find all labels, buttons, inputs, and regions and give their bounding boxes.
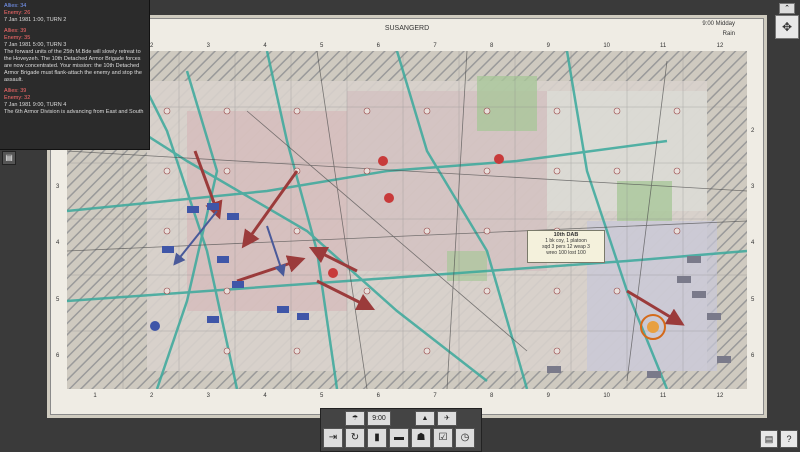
- collapse-button[interactable]: ⌃: [779, 3, 795, 14]
- terrain-button[interactable]: ▲: [415, 411, 435, 426]
- weather-button[interactable]: ☂: [345, 411, 365, 426]
- objective-marker[interactable]: [494, 154, 504, 164]
- enemy-score: Enemy: 35: [4, 35, 31, 41]
- bottom-toolbar: ☂ 9:00 ▲ ✈ ⇥ ↻ ▮ ▬ ☗ ☑ ◷: [320, 408, 482, 452]
- unit-tooltip: 10th DAB 1 bk coy, 1 platoon sqd 3 pers …: [527, 230, 605, 263]
- panel-toggle-icon: ▤: [5, 153, 13, 162]
- column-label: 9: [546, 393, 550, 399]
- objective-marker[interactable]: [378, 156, 388, 166]
- rain-icon: ☂: [351, 415, 359, 422]
- log-time: 7 Jan 1981 5:00, TURN 3: [4, 42, 67, 48]
- map-title: SUSANGERD: [384, 25, 430, 32]
- column-label: 11: [660, 43, 667, 49]
- help-button[interactable]: ?: [780, 430, 798, 448]
- chevron-up-icon: ⌃: [784, 5, 790, 12]
- combat-log: Allies: 34 Enemy: 26 7 Jan 1981 1:00, TU…: [0, 0, 150, 150]
- column-label: 12: [716, 393, 724, 399]
- undo-button[interactable]: ↻: [345, 428, 365, 448]
- column-label: 4: [263, 393, 267, 399]
- clock-icon: ◷: [460, 432, 470, 443]
- ally-score: Allies: 39: [4, 28, 27, 34]
- row-label: 3: [56, 183, 60, 190]
- vegetation: [447, 251, 487, 281]
- tank-icon: ▬: [394, 432, 404, 443]
- stats-button[interactable]: ▮: [367, 428, 387, 448]
- row-label: 5: [56, 296, 60, 303]
- exit-icon: ⇥: [328, 432, 338, 443]
- vegetation: [477, 76, 537, 131]
- row-label: 6: [56, 352, 60, 359]
- time-weather: 9:00 Midday Rain: [702, 19, 735, 39]
- row-label: 6: [751, 352, 755, 359]
- column-label: 5: [320, 43, 324, 49]
- book-icon: ▤: [764, 434, 774, 444]
- column-label: 7: [433, 43, 437, 49]
- checkbox-icon: ☑: [438, 432, 448, 443]
- column-label: 3: [206, 43, 210, 49]
- bar-chart-icon: ▮: [374, 432, 380, 443]
- row-label: 2: [751, 127, 755, 134]
- ally-score: Allies: 34: [4, 3, 27, 9]
- column-label: 4: [263, 43, 267, 49]
- turn-time: 9:00: [367, 411, 391, 426]
- column-label: 12: [716, 43, 724, 49]
- toolbar-row-top: ☂ 9:00 ▲ ✈: [321, 411, 481, 426]
- row-label: 5: [751, 296, 755, 303]
- enemy-score: Enemy: 32: [4, 95, 31, 101]
- column-label: 11: [660, 393, 667, 399]
- map-canvas[interactable]: [67, 51, 747, 389]
- end-turn-button[interactable]: ◷: [455, 428, 475, 448]
- row-label: 3: [751, 183, 755, 190]
- log-toggle-button[interactable]: ▤: [2, 151, 16, 165]
- soldiers-icon: ☗: [416, 432, 426, 443]
- map-sheet: SUSANGERD 9:00 Midday Rain 1 2 2 3 3 4 4…: [50, 18, 764, 415]
- log-time: 7 Jan 1981 9:00, TURN 4: [4, 102, 67, 108]
- objective-marker[interactable]: [328, 268, 338, 278]
- vegetation: [617, 181, 672, 221]
- log-entry: Allies: 39 Enemy: 35 7 Jan 1981 5:00, TU…: [4, 28, 145, 84]
- help-icon: ?: [786, 434, 792, 444]
- column-label: 10: [603, 43, 611, 49]
- toolbar-row-bottom: ⇥ ↻ ▮ ▬ ☗ ☑ ◷: [321, 428, 481, 448]
- selected-unit[interactable]: [647, 321, 659, 333]
- column-label: 2: [150, 43, 154, 49]
- units-button[interactable]: ▬: [389, 428, 409, 448]
- column-label: 5: [320, 393, 324, 399]
- refresh-icon: ↻: [350, 432, 360, 443]
- manual-button[interactable]: ▤: [760, 430, 778, 448]
- orders-button[interactable]: ☑: [433, 428, 453, 448]
- air-support-button[interactable]: ✈: [437, 411, 457, 426]
- ally-score: Allies: 39: [4, 88, 27, 94]
- column-label: 6: [376, 393, 380, 399]
- weather-text: Rain: [722, 31, 735, 37]
- log-text: The 6th Armor Division is advancing from…: [4, 109, 144, 115]
- log-entry: Allies: 34 Enemy: 26 7 Jan 1981 1:00, TU…: [4, 3, 145, 24]
- log-text: The forward units of the 25th M.Bde will…: [4, 49, 142, 83]
- column-label: 7: [433, 393, 437, 399]
- enemy-score: Enemy: 26: [4, 10, 31, 16]
- log-time: 7 Jan 1981 1:00, TURN 2: [4, 17, 67, 23]
- row-label: 4: [56, 240, 60, 247]
- aircraft-icon: ✈: [444, 415, 450, 422]
- mountain-icon: ▲: [421, 415, 429, 422]
- time-text: 9:00 Midday: [702, 21, 735, 27]
- column-label: 6: [376, 43, 380, 49]
- map-navigation[interactable]: ⌃ ✥: [775, 3, 799, 39]
- pan-control[interactable]: ✥: [775, 15, 799, 39]
- exit-button[interactable]: ⇥: [323, 428, 343, 448]
- unit-line: wreo 100 lost 100: [546, 250, 586, 256]
- row-label: 4: [751, 240, 755, 247]
- tactical-map[interactable]: [67, 51, 747, 389]
- column-label: 3: [206, 393, 210, 399]
- column-label: 8: [490, 393, 494, 399]
- column-label: 9: [546, 43, 550, 49]
- log-entry: Allies: 39 Enemy: 32 7 Jan 1981 9:00, TU…: [4, 88, 145, 116]
- column-label: 1: [93, 393, 97, 399]
- move-icon: ✥: [781, 20, 793, 34]
- objective-marker[interactable]: [384, 193, 394, 203]
- column-label: 10: [603, 393, 611, 399]
- column-label: 8: [490, 43, 494, 49]
- forces-button[interactable]: ☗: [411, 428, 431, 448]
- column-label: 2: [150, 393, 154, 399]
